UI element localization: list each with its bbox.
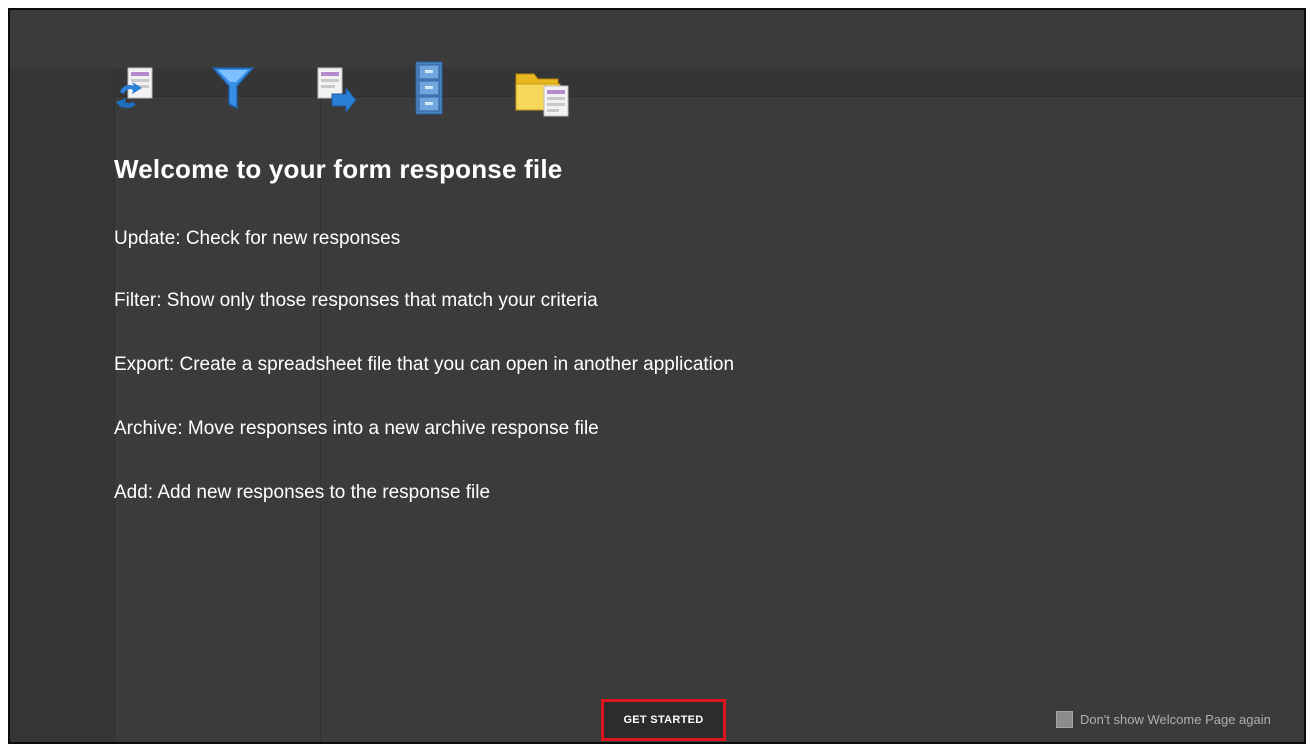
get-started-button[interactable]: GET STARTED: [601, 699, 726, 741]
feature-filter-text: Filter: Show only those responses that m…: [114, 290, 598, 311]
feature-add-text: Add: Add new responses to the response f…: [114, 482, 491, 503]
add-icon: [514, 66, 572, 123]
feature-update-text: Update: Check for new responses: [114, 228, 401, 249]
background-sidebar: [10, 68, 115, 742]
background-toolbar: [10, 68, 1304, 97]
feature-archive-text: Archive: Move responses into a new archi…: [114, 418, 599, 439]
dont-show-label: Don't show Welcome Page again: [1080, 712, 1271, 727]
feature-export-text: Export: Create a spreadsheet file that y…: [114, 354, 735, 375]
dont-show-welcome-option[interactable]: Don't show Welcome Page again: [1056, 711, 1271, 728]
update-icon: [114, 64, 158, 117]
export-icon: [312, 64, 358, 119]
archive-icon: [410, 60, 450, 121]
dont-show-checkbox[interactable]: [1056, 711, 1073, 728]
filter-icon: [210, 64, 256, 117]
welcome-title: Welcome to your form response file: [114, 154, 563, 184]
welcome-overlay: Welcome to your form response file Updat…: [8, 8, 1306, 744]
get-started-label: GET STARTED: [623, 714, 704, 726]
